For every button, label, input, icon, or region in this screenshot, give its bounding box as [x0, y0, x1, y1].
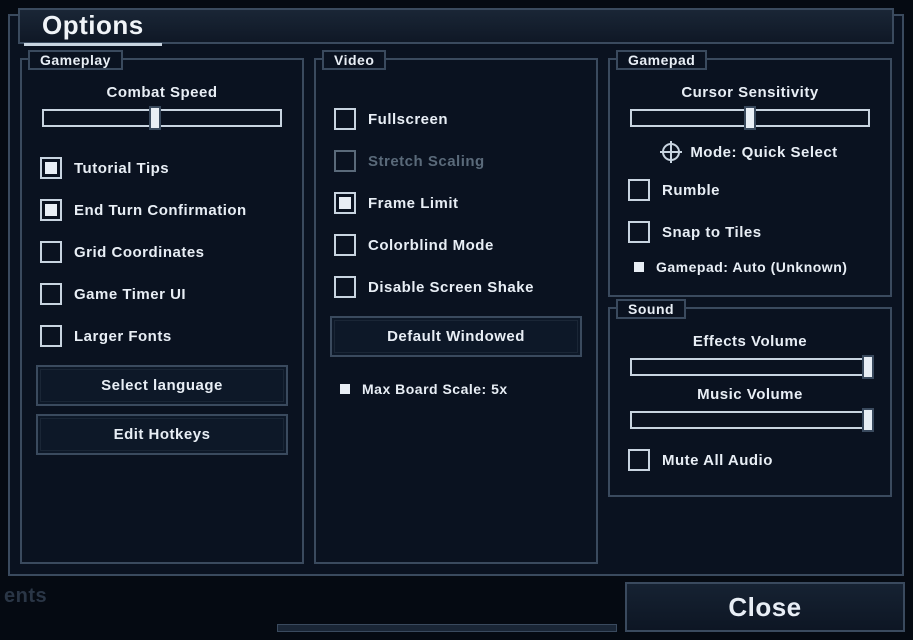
disable-shake-label: Disable Screen Shake — [368, 279, 534, 296]
cursor-sensitivity-slider[interactable] — [630, 109, 870, 127]
panel-gamepad: Gamepad Cursor Sensitivity Mode: Quick S… — [608, 58, 892, 297]
colorblind-label: Colorblind Mode — [368, 237, 494, 254]
effects-volume-label: Effects Volume — [624, 333, 876, 350]
cursor-sensitivity-thumb[interactable] — [744, 106, 756, 130]
mute-row[interactable]: Mute All Audio — [624, 439, 876, 481]
effects-volume-slider[interactable] — [630, 358, 870, 376]
music-volume-block: Music Volume — [624, 386, 876, 429]
end-turn-confirm-checkbox[interactable] — [40, 199, 62, 221]
effects-volume-block: Effects Volume — [624, 333, 876, 376]
grid-coords-checkbox[interactable] — [40, 241, 62, 263]
panel-video: Video Fullscreen Stretch Scaling Frame L… — [314, 58, 598, 564]
gamepad-device-row[interactable]: Gamepad: Auto (Unknown) — [624, 253, 876, 281]
panel-legend-sound: Sound — [616, 299, 686, 319]
effects-volume-thumb[interactable] — [862, 355, 874, 379]
frame-limit-row[interactable]: Frame Limit — [330, 182, 582, 224]
panel-legend-gamepad: Gamepad — [616, 50, 707, 70]
game-timer-row[interactable]: Game Timer UI — [36, 273, 288, 315]
rumble-checkbox[interactable] — [628, 179, 650, 201]
options-window: Options Gameplay Combat Speed Tutorial T… — [8, 14, 904, 576]
tutorial-tips-row[interactable]: Tutorial Tips — [36, 147, 288, 189]
max-board-scale-label: Max Board Scale: 5x — [362, 381, 508, 397]
grid-coords-row[interactable]: Grid Coordinates — [36, 231, 288, 273]
snap-tiles-row[interactable]: Snap to Tiles — [624, 211, 876, 253]
tutorial-tips-label: Tutorial Tips — [74, 160, 169, 177]
title-bar: Options — [18, 8, 894, 44]
larger-fonts-row[interactable]: Larger Fonts — [36, 315, 288, 357]
gamepad-device-icon — [634, 262, 644, 272]
music-volume-label: Music Volume — [624, 386, 876, 403]
grid-coords-label: Grid Coordinates — [74, 244, 205, 261]
mute-label: Mute All Audio — [662, 452, 773, 469]
game-timer-checkbox[interactable] — [40, 283, 62, 305]
music-volume-thumb[interactable] — [862, 408, 874, 432]
mute-checkbox[interactable] — [628, 449, 650, 471]
end-turn-confirm-row[interactable]: End Turn Confirmation — [36, 189, 288, 231]
fullscreen-label: Fullscreen — [368, 111, 448, 128]
snap-tiles-label: Snap to Tiles — [662, 224, 762, 241]
panel-legend-video: Video — [322, 50, 386, 70]
crosshair-icon — [662, 143, 680, 161]
disable-shake-checkbox[interactable] — [334, 276, 356, 298]
gamepad-mode-row[interactable]: Mode: Quick Select — [624, 135, 876, 169]
close-button[interactable]: Close — [625, 582, 905, 632]
music-volume-slider[interactable] — [630, 411, 870, 429]
stretch-scaling-label: Stretch Scaling — [368, 153, 485, 170]
game-timer-label: Game Timer UI — [74, 286, 186, 303]
default-windowed-button[interactable]: Default Windowed — [330, 316, 582, 357]
column-gameplay: Gameplay Combat Speed Tutorial Tips End … — [20, 58, 304, 564]
stretch-scaling-checkbox — [334, 150, 356, 172]
select-language-button[interactable]: Select language — [36, 365, 288, 406]
snap-tiles-checkbox[interactable] — [628, 221, 650, 243]
columns: Gameplay Combat Speed Tutorial Tips End … — [20, 58, 892, 564]
column-right: Gamepad Cursor Sensitivity Mode: Quick S… — [608, 58, 892, 564]
combat-speed-label: Combat Speed — [36, 84, 288, 101]
panel-gameplay: Gameplay Combat Speed Tutorial Tips End … — [20, 58, 304, 564]
gamepad-device-label: Gamepad: Auto (Unknown) — [656, 259, 847, 275]
frame-limit-label: Frame Limit — [368, 195, 459, 212]
background-text: ents — [4, 585, 47, 608]
tutorial-tips-checkbox[interactable] — [40, 157, 62, 179]
window-title: Options — [24, 8, 162, 46]
combat-speed-slider[interactable] — [42, 109, 282, 127]
larger-fonts-checkbox[interactable] — [40, 325, 62, 347]
close-accent-bar — [277, 624, 617, 632]
cursor-sensitivity-block: Cursor Sensitivity — [624, 84, 876, 127]
fullscreen-checkbox[interactable] — [334, 108, 356, 130]
combat-speed-block: Combat Speed — [36, 84, 288, 127]
max-board-scale-icon — [340, 384, 350, 394]
colorblind-row[interactable]: Colorblind Mode — [330, 224, 582, 266]
disable-shake-row[interactable]: Disable Screen Shake — [330, 266, 582, 308]
frame-limit-checkbox[interactable] — [334, 192, 356, 214]
panel-sound: Sound Effects Volume Music Volume Mute A… — [608, 307, 892, 497]
panel-legend-gameplay: Gameplay — [28, 50, 123, 70]
colorblind-checkbox[interactable] — [334, 234, 356, 256]
combat-speed-thumb[interactable] — [149, 106, 161, 130]
cursor-sensitivity-label: Cursor Sensitivity — [624, 84, 876, 101]
fullscreen-row[interactable]: Fullscreen — [330, 98, 582, 140]
max-board-scale-row[interactable]: Max Board Scale: 5x — [330, 375, 582, 403]
larger-fonts-label: Larger Fonts — [74, 328, 172, 345]
rumble-row[interactable]: Rumble — [624, 169, 876, 211]
stretch-scaling-row: Stretch Scaling — [330, 140, 582, 182]
rumble-label: Rumble — [662, 182, 720, 199]
gamepad-mode-label: Mode: Quick Select — [690, 144, 837, 161]
end-turn-confirm-label: End Turn Confirmation — [74, 202, 247, 219]
column-video: Video Fullscreen Stretch Scaling Frame L… — [314, 58, 598, 564]
edit-hotkeys-button[interactable]: Edit Hotkeys — [36, 414, 288, 455]
